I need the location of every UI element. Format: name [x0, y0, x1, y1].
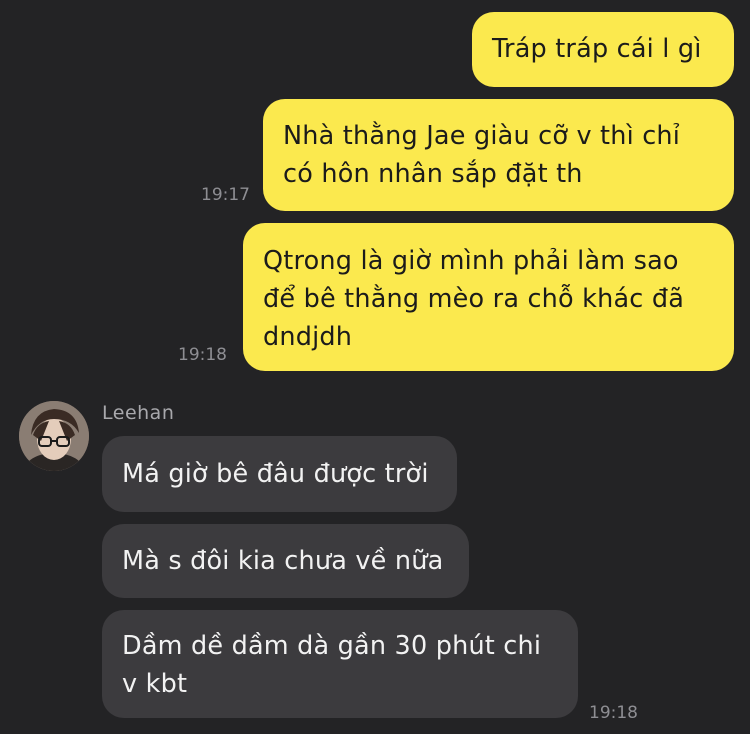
message-timestamp: 19:18: [178, 345, 227, 365]
outgoing-message-bubble[interactable]: Qtrong là giờ mình phải làm sao để bê th…: [243, 223, 734, 371]
message-timestamp: 19:17: [201, 185, 250, 205]
incoming-message-bubble[interactable]: Mà s đôi kia chưa về nữa: [102, 524, 469, 598]
outgoing-message-bubble[interactable]: Nhà thằng Jae giàu cỡ v thì chỉ có hôn n…: [263, 99, 734, 211]
avatar[interactable]: [19, 401, 89, 471]
message-timestamp: 19:18: [589, 703, 638, 723]
incoming-message-bubble[interactable]: Má giờ bê đâu được trời: [102, 436, 457, 512]
sender-name: Leehan: [102, 402, 175, 424]
incoming-message-bubble[interactable]: Dầm dề dầm dà gần 30 phút chi v kbt: [102, 610, 578, 718]
outgoing-message-bubble[interactable]: Tráp tráp cái l gì: [472, 12, 734, 87]
user-avatar-photo-icon: [19, 401, 89, 471]
